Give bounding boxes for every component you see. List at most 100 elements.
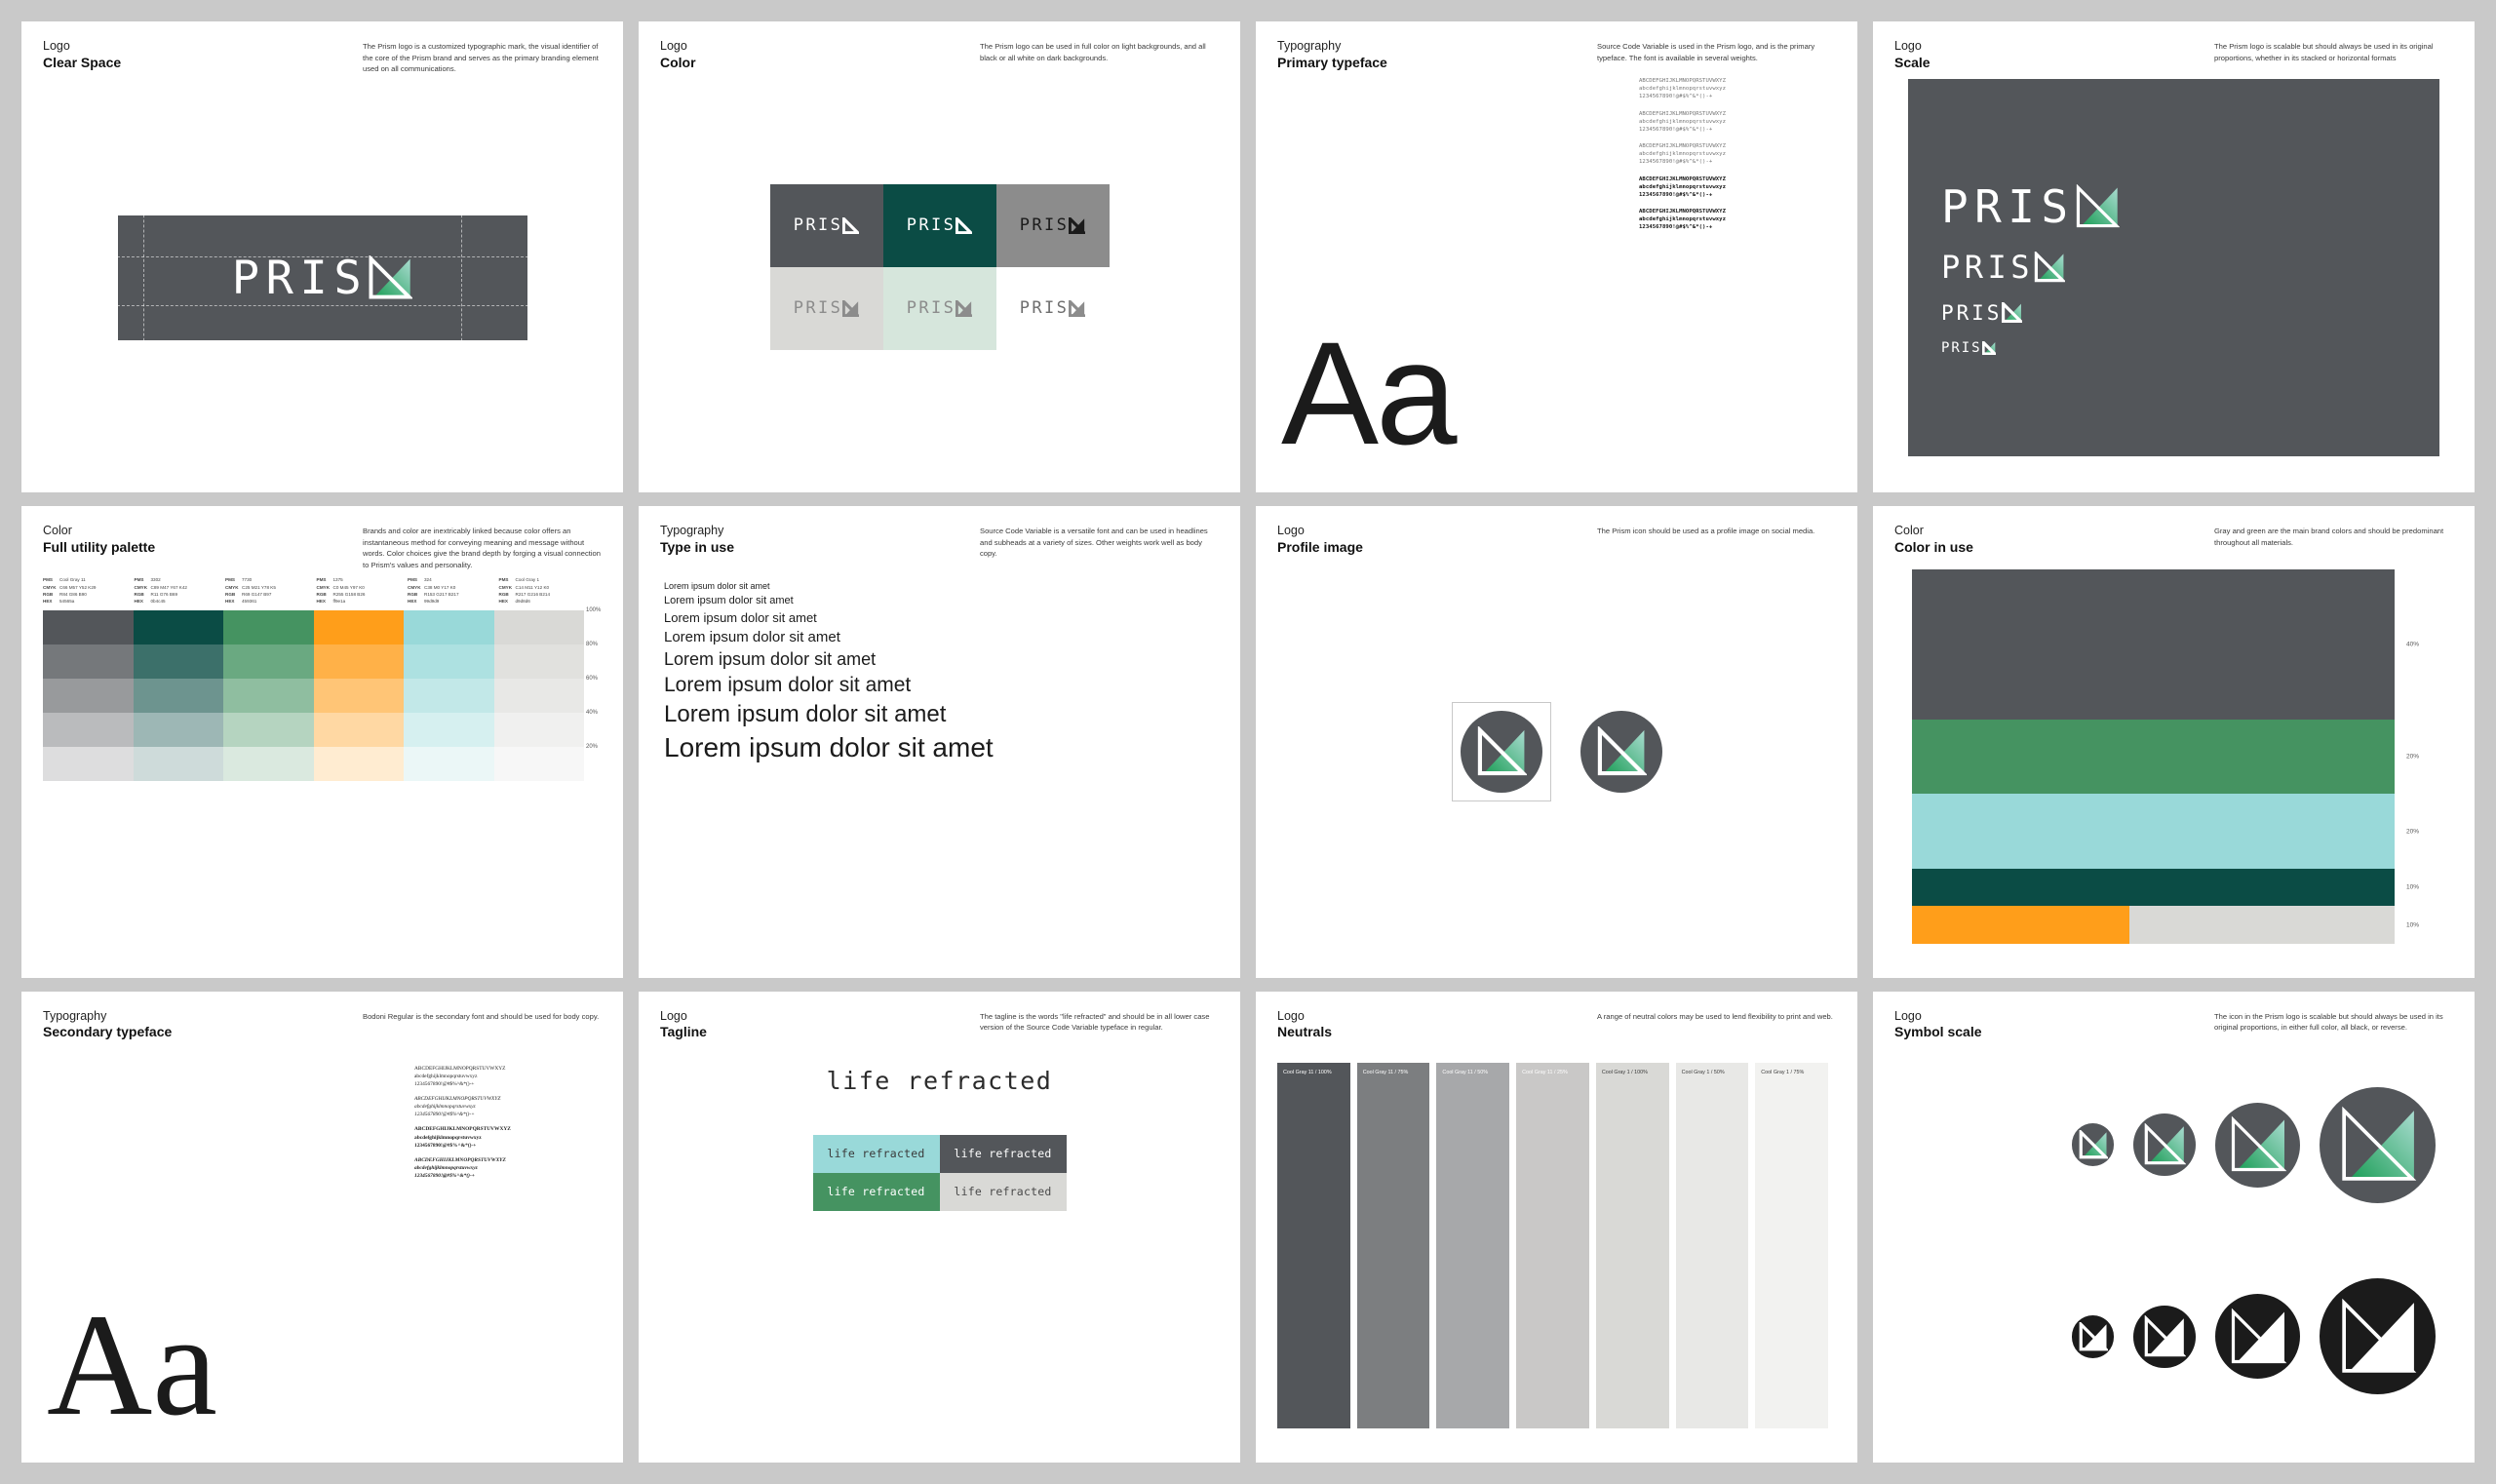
neutral-swatch-label: Cool Gray 1 / 75% bbox=[1761, 1069, 1805, 1075]
panel-titles: Logo Scale bbox=[1894, 39, 1930, 71]
symbol-scale-row-color bbox=[1894, 1049, 2453, 1241]
logo-scale-item-3: PRIS bbox=[1941, 340, 2439, 356]
logo-wordmark: PRIS bbox=[793, 298, 843, 319]
panel-secondary-typeface[interactable]: Typography Secondary typeface Bodoni Reg… bbox=[21, 991, 623, 1463]
neutral-swatch-5: Cool Gray 1 / 50% bbox=[1675, 1062, 1749, 1429]
logo-scale-item-0: PRIS bbox=[1941, 180, 2439, 233]
panel-neutrals[interactable]: Logo Neutrals A range of neutral colors … bbox=[1256, 991, 1857, 1463]
spec-rgb: RGB R153 G217 B217 bbox=[408, 591, 459, 597]
panel-description: Source Code Variable is used in the Pris… bbox=[1597, 42, 1815, 62]
neutral-swatch-0: Cool Gray 11 / 100% bbox=[1277, 1062, 1350, 1429]
panel-logo-clear-space[interactable]: Logo Clear Space The Prism logo is a cus… bbox=[21, 21, 623, 493]
palette-tint-swatch bbox=[493, 609, 584, 644]
spec-pms: PMS 3302 bbox=[134, 577, 161, 583]
color-band-label: 40% bbox=[2406, 641, 2420, 648]
panel-body bbox=[1277, 556, 1836, 947]
panel-full-utility-palette[interactable]: Color Full utility palette Brands and co… bbox=[21, 506, 623, 978]
palette-tint-swatch bbox=[404, 609, 494, 644]
specimen-regular: ABCDEFGHIJKLMNOPQRSTUVWXYZ abcdefghijklmn… bbox=[1639, 110, 1830, 134]
panel-logo-color[interactable]: Logo Color The Prism logo can be used in… bbox=[639, 21, 1240, 493]
panel-type-in-use[interactable]: Typography Type in use Source Code Varia… bbox=[639, 506, 1240, 978]
panel-header: Logo Neutrals A range of neutral colors … bbox=[1277, 1009, 1836, 1041]
palette-tint-swatch bbox=[493, 644, 584, 679]
panel-title: Full utility palette bbox=[43, 538, 156, 555]
panel-kicker: Logo bbox=[43, 39, 70, 53]
panel-tagline[interactable]: Logo Tagline The tagline is the words "l… bbox=[639, 991, 1240, 1463]
palette-column-2 bbox=[223, 609, 314, 781]
logo-scale-stack: PRIS PRIS PRIS PRIS bbox=[1908, 79, 2439, 457]
panel-kicker: Logo bbox=[660, 1008, 687, 1023]
palette-column-5 bbox=[493, 609, 584, 781]
panel-titles: Logo Color bbox=[660, 39, 696, 71]
logo-color-grid: PRIS PRIS PRIS PRIS PRIS PRIS bbox=[769, 183, 1110, 350]
panel-color-in-use[interactable]: Color Color in use Gray and green are th… bbox=[1873, 506, 2475, 978]
palette-spec-5: PMS Cool Gray 1 CMYK C14 M11 Y12 K0 RGB R21… bbox=[499, 576, 585, 604]
tagline-cell-3: life refracted bbox=[939, 1172, 1067, 1211]
panel-body bbox=[1894, 1041, 2453, 1432]
prism-mark-icon bbox=[956, 216, 973, 234]
type-sample-line: Lorem ipsum dolor sit amet bbox=[664, 628, 840, 645]
guide-line-right bbox=[460, 190, 462, 367]
palette-block: PMS Cool Gray 11 CMYK C66 M57 Y52 K29 RGB R… bbox=[43, 576, 601, 781]
prism-mark-icon bbox=[842, 299, 860, 317]
specimen-line: ABCDEFGHIJKLMNOPQRSTUVWXYZ bbox=[414, 1156, 506, 1163]
palette-tint-label: 20% bbox=[586, 744, 599, 751]
symbol-badge-2 bbox=[2215, 1102, 2301, 1188]
spec-rgb: RGB R255 G158 B26 bbox=[316, 591, 366, 597]
panel-titles: Typography Primary typeface bbox=[1277, 39, 1387, 71]
logo-wordmark: PRIS bbox=[231, 251, 369, 305]
panel-description: The Prism logo can be used in full color… bbox=[980, 42, 1206, 62]
logo-wordmark: PRIS bbox=[906, 215, 956, 236]
specimen-line: ABCDEFGHIJKLMNOPQRSTUVWXYZ bbox=[1639, 78, 1727, 85]
spec-rgb: RGB R217 G216 B214 bbox=[498, 591, 551, 597]
specimen-line: abcdefghijklmnopqrstuvwxyz bbox=[414, 1104, 476, 1111]
palette-spec-row: PMS Cool Gray 11 CMYK C66 M57 Y52 K29 RGB R… bbox=[43, 576, 584, 604]
palette-spec-2: PMS 7730 CMYK C25 M21 Y78 K5 RGB R69 G147 B… bbox=[225, 576, 311, 604]
spec-cmyk: CMYK C38 M0 Y17 K0 bbox=[408, 584, 456, 590]
specimen-regular: ABCDEFGHIJKLMNOPQRSTUVWXYZ abcdefghijklmn… bbox=[414, 1065, 600, 1088]
neutral-swatch-2: Cool Gray 11 / 50% bbox=[1436, 1062, 1510, 1429]
panel-kicker: Typography bbox=[660, 524, 724, 538]
neutral-swatch-label: Cool Gray 11 / 75% bbox=[1362, 1069, 1409, 1075]
symbol-scale-grid bbox=[1894, 1049, 2453, 1432]
panel-symbol-scale[interactable]: Logo Symbol scale The icon in the Prism … bbox=[1873, 991, 2475, 1463]
panel-body: PRIS PRIS PRIS PRIS bbox=[1894, 71, 2453, 462]
prism-mark-icon bbox=[1981, 340, 1996, 355]
panel-kicker: Logo bbox=[660, 39, 687, 53]
guide-line-left bbox=[142, 190, 144, 367]
spec-cmyk: CMYK C0 M45 Y97 K0 bbox=[316, 584, 365, 590]
type-sample-line: Lorem ipsum dolor sit amet bbox=[664, 648, 877, 669]
panel-kicker: Typography bbox=[1277, 39, 1342, 53]
specimen-medium: ABCDEFGHIJKLMNOPQRSTUVWXYZ abcdefghijklmn… bbox=[1639, 142, 1830, 166]
palette-tint-label: 60% bbox=[586, 676, 599, 683]
specimen-line: ABCDEFGHIJKLMNOPQRSTUVWXYZ bbox=[414, 1096, 501, 1103]
palette-tint-swatch bbox=[223, 712, 314, 747]
palette-tint-swatch bbox=[493, 746, 584, 781]
palette-tint-swatch bbox=[493, 712, 584, 747]
specimen-bold: ABCDEFGHIJKLMNOPQRSTUVWXYZ abcdefghijklmn… bbox=[414, 1125, 600, 1149]
logo-wordmark: PRIS bbox=[793, 215, 843, 236]
panel-body: Cool Gray 11 / 100% Cool Gray 11 / 75% Coo… bbox=[1277, 1041, 1836, 1432]
color-band-label: 10% bbox=[2406, 883, 2420, 891]
panel-primary-typeface[interactable]: Typography Primary typeface Source Code … bbox=[1256, 21, 1857, 493]
panel-body: PRIS bbox=[43, 75, 602, 466]
palette-spec-0: PMS Cool Gray 11 CMYK C66 M57 Y52 K29 RGB R… bbox=[43, 576, 129, 604]
logo-wordmark: PRIS bbox=[1941, 179, 2075, 233]
type-sample-line: Lorem ipsum dolor sit amet bbox=[664, 731, 994, 762]
specimen-line: abcdefghijklmnopqrstuvwxyz bbox=[414, 1164, 478, 1171]
specimen-line: 1234567890!@#$%^&*()-+ bbox=[1639, 159, 1713, 166]
neutral-swatch-label: Cool Gray 11 / 25% bbox=[1522, 1069, 1568, 1075]
panel-title: Color bbox=[660, 54, 696, 70]
panel-header: Color Full utility palette Brands and co… bbox=[43, 524, 602, 570]
spec-pms: PMS 7730 bbox=[225, 577, 253, 583]
panel-description: The Prism icon should be used as a profi… bbox=[1597, 527, 1815, 536]
specimen-line: 1234567890!@#$%^&*()-+ bbox=[414, 1112, 475, 1118]
panel-profile-image[interactable]: Logo Profile image The Prism icon should… bbox=[1256, 506, 1857, 978]
panel-title: Primary typeface bbox=[1277, 54, 1387, 70]
secondary-specimen-list: ABCDEFGHIJKLMNOPQRSTUVWXYZ abcdefghijklmn… bbox=[414, 1065, 600, 1187]
specimen-line: 1234567890!@#$%^&*()-+ bbox=[414, 1172, 475, 1179]
palette-tint-swatch bbox=[43, 644, 134, 679]
palette-tint-label: 100% bbox=[586, 607, 602, 614]
panel-kicker: Color bbox=[43, 524, 72, 538]
panel-logo-scale[interactable]: Logo Scale The Prism logo is scalable bu… bbox=[1873, 21, 2475, 493]
